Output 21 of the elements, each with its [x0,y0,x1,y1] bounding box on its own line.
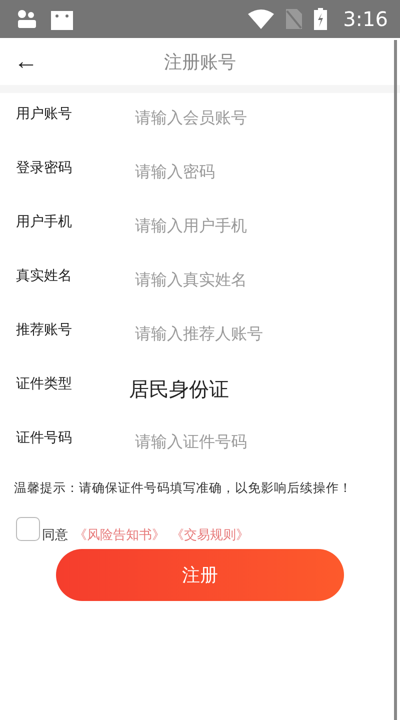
no-sim-icon [286,9,302,29]
field-label: 用户账号 [16,105,73,123]
back-button[interactable]: ← [0,50,52,74]
register-button[interactable]: 注册 [56,549,344,601]
id-type-value[interactable]: 居民身份证 [129,376,229,403]
agreement-link[interactable]: 《风险告知书》 [74,526,165,544]
field-label: 登录密码 [16,159,73,177]
wifi-icon [248,9,274,29]
field-label: 证件号码 [16,429,73,447]
app-icon [16,8,38,30]
battery-icon [314,8,328,30]
agree-label: 同意 [42,527,68,544]
agreement-link[interactable]: 《交易规则》 [171,526,249,544]
page-title: 注册账号 [163,50,237,74]
status-time: 3:16 [343,7,388,31]
field-label: 推荐账号 [16,321,73,339]
field-label: 证件类型 [16,375,73,393]
field-label: 真实姓名 [16,267,73,285]
tip-text: 温馨提示：请确保证件号码填写准确，以免影响后续操作！ [13,480,353,497]
agree-checkbox[interactable] [16,517,40,541]
field-label: 用户手机 [16,213,73,231]
